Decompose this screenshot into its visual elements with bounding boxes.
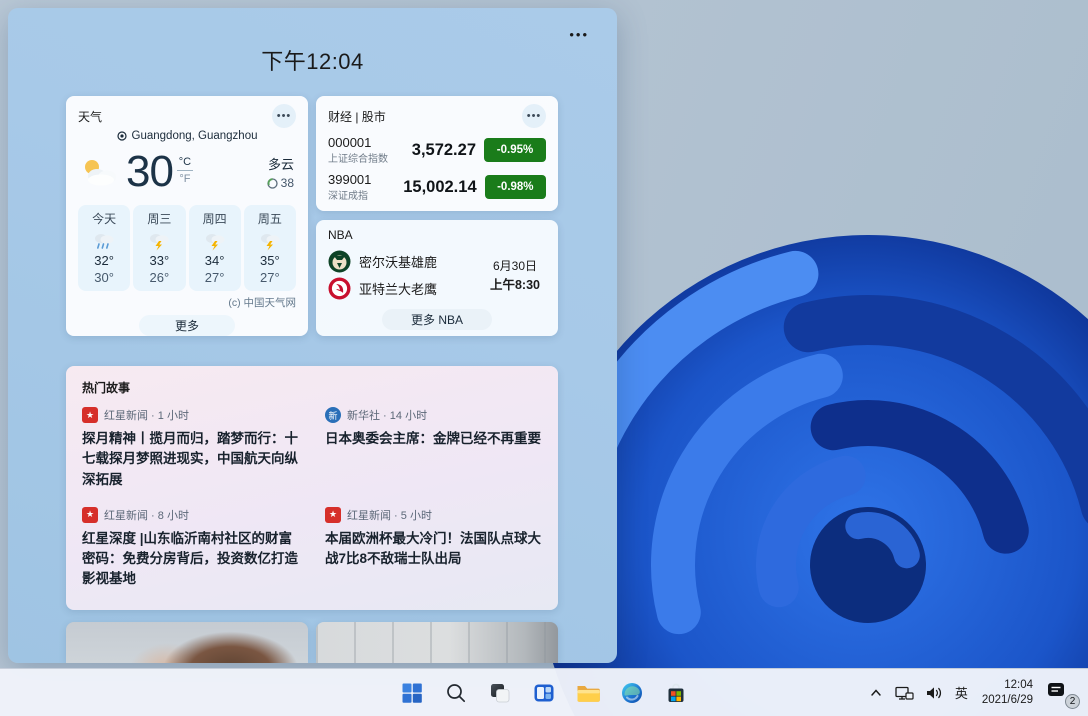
unit-fahrenheit[interactable]: °F (179, 173, 190, 185)
news-headline[interactable]: 本届欧洲杯最大冷门！法国队点球大战7比8不敌瑞士队出局 (325, 529, 542, 570)
nba-more-button[interactable]: 更多 NBA (382, 309, 492, 330)
nba-team-row: 亚特兰大老鹰 (328, 275, 490, 302)
location-pin-icon (117, 131, 127, 141)
chevron-up-icon (868, 685, 884, 701)
microsoft-store-icon (664, 681, 688, 705)
panel-clock: 下午12:04 (8, 44, 617, 76)
widgets-icon (532, 681, 556, 705)
hawks-team-logo (328, 277, 351, 300)
news-headline[interactable]: 红星深度 |山东临沂南村社区的财富密码：免费分房背后，投资数亿打造影视基地 (82, 529, 299, 590)
hongxing-news-logo: ★ (325, 507, 341, 523)
ethernet-network-icon (894, 684, 914, 702)
tray-date: 2021/6/29 (982, 693, 1033, 708)
nba-widget[interactable]: NBA 密尔沃基雄鹿 亚特兰 (316, 220, 558, 336)
hongxing-news-logo: ★ (82, 507, 98, 523)
stock-row[interactable]: 399001 深证成指 15,002.14 -0.98% (328, 172, 546, 202)
tray-time: 12:04 (982, 678, 1033, 693)
thunderstorm-icon (244, 231, 296, 251)
edge-button[interactable] (612, 673, 652, 713)
news-item[interactable]: ★ 红星新闻 · 5 小时 本届欧洲杯最大冷门！法国队点球大战7比8不敌瑞士队出… (325, 507, 542, 590)
volume-button[interactable] (920, 680, 948, 706)
stock-value: 15,002.14 (403, 178, 484, 197)
taskbar: 英 12:04 2021/6/29 2 (0, 668, 1088, 716)
tray-chevron-up-button[interactable] (864, 681, 888, 705)
forecast-day-tile[interactable]: 周四 34° 27° (189, 205, 241, 291)
news-title: 热门故事 (82, 379, 542, 396)
weather-more-button[interactable]: 更多 (139, 315, 235, 336)
notification-count-badge: 2 (1065, 694, 1080, 709)
widgets-button[interactable] (524, 673, 564, 713)
weather-condition: 多云 (267, 154, 294, 173)
ime-language-button[interactable]: 英 (950, 679, 973, 706)
weather-widget[interactable]: 天气 ••• Guangdong, Guangzhou 30 °C °F (66, 96, 308, 336)
news-headline[interactable]: 日本奥委会主席：金牌已经不再重要 (325, 429, 542, 449)
notification-center-button[interactable]: 2 (1042, 674, 1082, 712)
weather-attribution: (c) 中国天气网 (78, 295, 296, 310)
tray-clock-button[interactable]: 12:04 2021/6/29 (975, 678, 1040, 708)
weather-more-ellipsis-icon[interactable]: ••• (272, 104, 296, 128)
aqi-value: 38 (281, 176, 294, 190)
news-source-time: 新华社 · 14 小时 (347, 407, 427, 423)
news-source-time: 红星新闻 · 5 小时 (347, 507, 432, 523)
partly-cloudy-icon (80, 156, 122, 188)
news-image-card[interactable] (316, 622, 558, 663)
thunderstorm-icon (133, 231, 185, 251)
task-view-button[interactable] (480, 673, 520, 713)
xinhua-news-logo: 新 (325, 407, 341, 423)
windows-start-icon (400, 681, 424, 705)
weather-temperature: 30 (126, 147, 173, 197)
nba-title: NBA (328, 228, 353, 242)
search-button[interactable] (436, 673, 476, 713)
file-explorer-button[interactable] (568, 673, 608, 713)
unit-celsius[interactable]: °C (179, 156, 191, 168)
speaker-icon (924, 684, 944, 702)
stocks-title: 财经 | 股市 (328, 108, 386, 125)
task-view-icon (488, 681, 512, 705)
news-item[interactable]: ★ 红星新闻 · 1 小时 探月精神丨揽月而归，踏梦而行：十七载探月梦照进现实，… (82, 407, 299, 490)
stock-row[interactable]: 000001 上证综合指数 3,572.27 -0.95% (328, 135, 546, 165)
thunderstorm-icon (189, 231, 241, 251)
hongxing-news-logo: ★ (82, 407, 98, 423)
unit-toggle[interactable]: °C °F (177, 156, 193, 185)
forecast-day-tile[interactable]: 周五 35° 27° (244, 205, 296, 291)
bucks-team-logo (328, 250, 351, 273)
weather-location: Guangdong, Guangzhou (132, 130, 258, 142)
network-button[interactable] (890, 680, 918, 706)
search-icon (444, 681, 468, 705)
start-button[interactable] (392, 673, 432, 713)
nba-game-time: 上午8:30 (490, 274, 540, 293)
weather-location-row: Guangdong, Guangzhou (78, 130, 296, 142)
widgets-panel: 下午12:04 ••• 天气 ••• Guangdong, Guangzhou … (8, 8, 617, 663)
nba-team-row: 密尔沃基雄鹿 (328, 248, 490, 275)
forecast-row: 今天 32° 30° 周三 33° 26° 周四 34° 27° 周五 35° (78, 205, 296, 291)
stock-value: 3,572.27 (404, 141, 484, 160)
weather-title: 天气 (78, 108, 102, 125)
file-explorer-icon (575, 681, 601, 705)
news-headline[interactable]: 探月精神丨揽月而归，踏梦而行：十七载探月梦照进现实，中国航天向纵深拓展 (82, 429, 299, 490)
microsoft-store-button[interactable] (656, 673, 696, 713)
news-widget: 热门故事 ★ 红星新闻 · 1 小时 探月精神丨揽月而归，踏梦而行：十七载探月梦… (66, 366, 558, 610)
news-source-time: 红星新闻 · 1 小时 (104, 407, 189, 423)
stock-change-badge: -0.95% (484, 138, 546, 162)
edge-browser-icon (620, 681, 644, 705)
nba-game-date: 6月30日 (490, 257, 540, 274)
news-item[interactable]: ★ 红星新闻 · 8 小时 红星深度 |山东临沂南村社区的财富密码：免费分房背后… (82, 507, 299, 590)
panel-more-ellipsis-icon[interactable]: ••• (569, 30, 589, 40)
forecast-day-tile[interactable]: 今天 32° 30° (78, 205, 130, 291)
rain-icon (78, 231, 130, 251)
forecast-day-tile[interactable]: 周三 33° 26° (133, 205, 185, 291)
stocks-more-ellipsis-icon[interactable]: ••• (522, 104, 546, 128)
news-image-card[interactable] (66, 622, 308, 663)
stock-change-badge: -0.98% (485, 175, 546, 199)
news-item[interactable]: 新 新华社 · 14 小时 日本奥委会主席：金牌已经不再重要 (325, 407, 542, 490)
unit-divider (177, 170, 193, 171)
stocks-widget[interactable]: 财经 | 股市 ••• 000001 上证综合指数 3,572.27 -0.95… (316, 96, 558, 211)
aqi-icon (267, 178, 278, 189)
news-source-time: 红星新闻 · 8 小时 (104, 507, 189, 523)
